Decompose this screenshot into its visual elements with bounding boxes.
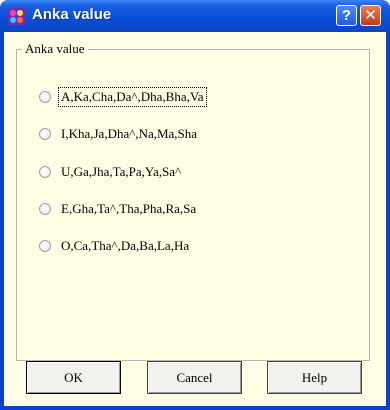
title-help-button[interactable]: ? bbox=[336, 5, 357, 26]
radio-option-3[interactable]: U,Ga,Jha,Ta,Pa,Ya,Sa^ bbox=[39, 162, 183, 182]
dialog-client-area: Anka value A,Ka,Cha,Da^,Dha,Bha,Va I,Kha… bbox=[4, 32, 386, 406]
title-bar[interactable]: Anka value ? ✕ bbox=[0, 0, 390, 32]
radio-option-2[interactable]: I,Kha,Ja,Dha^,Na,Ma,Sha bbox=[39, 124, 199, 144]
radio-option-5[interactable]: O,Ca,Tha^,Da,Ba,La,Ha bbox=[39, 236, 191, 256]
radio-label[interactable]: U,Ga,Jha,Ta,Pa,Ya,Sa^ bbox=[59, 163, 183, 181]
radio-label[interactable]: A,Ka,Cha,Da^,Dha,Bha,Va bbox=[58, 87, 207, 107]
radio-button[interactable] bbox=[39, 240, 51, 252]
radio-button[interactable] bbox=[39, 203, 51, 215]
radio-button[interactable] bbox=[39, 128, 51, 140]
radio-button[interactable] bbox=[39, 91, 51, 103]
radio-label[interactable]: I,Kha,Ja,Dha^,Na,Ma,Sha bbox=[59, 125, 199, 143]
radio-label[interactable]: O,Ca,Tha^,Da,Ba,La,Ha bbox=[59, 237, 191, 255]
radio-button[interactable] bbox=[39, 166, 51, 178]
app-icon bbox=[8, 8, 25, 25]
window-title: Anka value bbox=[32, 6, 112, 23]
groupbox-label: Anka value bbox=[22, 41, 88, 57]
radio-option-1[interactable]: A,Ka,Cha,Da^,Dha,Bha,Va bbox=[39, 87, 207, 107]
radio-option-4[interactable]: E,Gha,Ta^,Tha,Pha,Ra,Sa bbox=[39, 199, 198, 219]
close-button[interactable]: ✕ bbox=[360, 5, 381, 26]
dialog-window: Anka value ? ✕ Anka value A,Ka,Cha,Da^,D… bbox=[0, 0, 390, 410]
radio-label[interactable]: E,Gha,Ta^,Tha,Pha,Ra,Sa bbox=[59, 200, 198, 218]
ok-button[interactable]: OK bbox=[26, 361, 121, 394]
help-button[interactable]: Help bbox=[267, 361, 362, 394]
cancel-button[interactable]: Cancel bbox=[147, 361, 242, 394]
